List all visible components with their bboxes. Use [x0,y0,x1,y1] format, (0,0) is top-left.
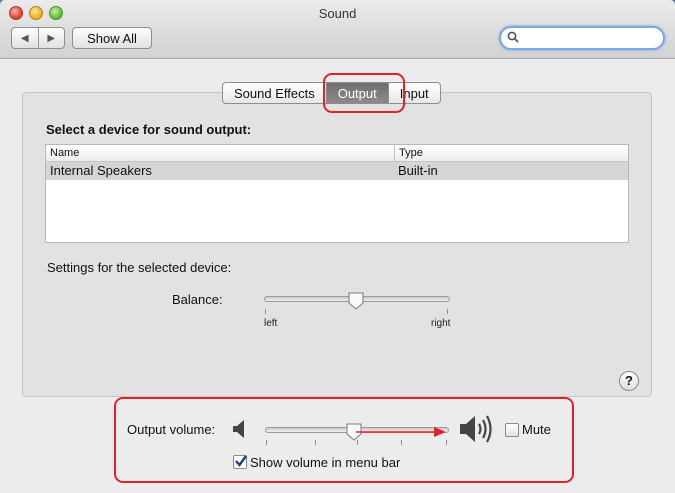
tab-sound-effects[interactable]: Sound Effects [223,83,327,103]
table-header: Name Type [46,145,628,162]
balance-tick [447,309,448,314]
volume-tick [266,440,267,445]
sound-preferences-window: Sound ◀ ▶ Show All Sound Effects Output … [0,0,675,493]
help-button[interactable]: ? [619,371,639,391]
device-settings-label: Settings for the selected device: [47,260,232,275]
forward-arrow-icon[interactable]: ▶ [39,28,65,48]
balance-right-label: right [431,318,451,329]
window-title: Sound [318,6,357,21]
mute-checkbox[interactable] [505,423,519,437]
mute-label: Mute [522,422,551,437]
balance-slider-knob[interactable] [348,292,364,310]
tab-content-panel [22,92,652,397]
balance-label: Balance: [172,292,223,307]
volume-arrow-annotation [356,427,446,437]
output-volume-label: Output volume: [127,422,216,437]
show-volume-label: Show volume in menu bar [250,455,401,470]
device-type-cell: Built-in [398,163,438,178]
show-all-button[interactable]: Show All [72,27,152,49]
volume-tick [446,440,447,445]
search-icon [507,31,519,43]
device-list-heading: Select a device for sound output: [46,122,252,137]
checkmark-icon [235,455,247,467]
back-forward-control: ◀ ▶ [11,27,65,49]
speaker-high-icon [460,415,492,443]
volume-tick [315,440,316,445]
balance-tick [265,309,266,314]
table-row[interactable]: Internal Speakers Built-in [46,162,628,180]
device-name-cell: Internal Speakers [50,163,152,178]
show-volume-checkbox[interactable] [233,455,247,469]
output-device-table: Name Type Internal Speakers Built-in [45,144,629,243]
column-header-type[interactable]: Type [395,145,423,161]
balance-left-label: left [264,318,278,329]
volume-tick [401,440,402,445]
output-tab-highlight [323,73,405,113]
speaker-low-icon [233,420,244,438]
title-bar: Sound ◀ ▶ Show All [0,0,675,59]
back-arrow-icon[interactable]: ◀ [12,28,39,48]
search-field[interactable] [499,26,665,50]
column-header-name[interactable]: Name [46,145,395,161]
volume-section-highlight [114,397,574,483]
